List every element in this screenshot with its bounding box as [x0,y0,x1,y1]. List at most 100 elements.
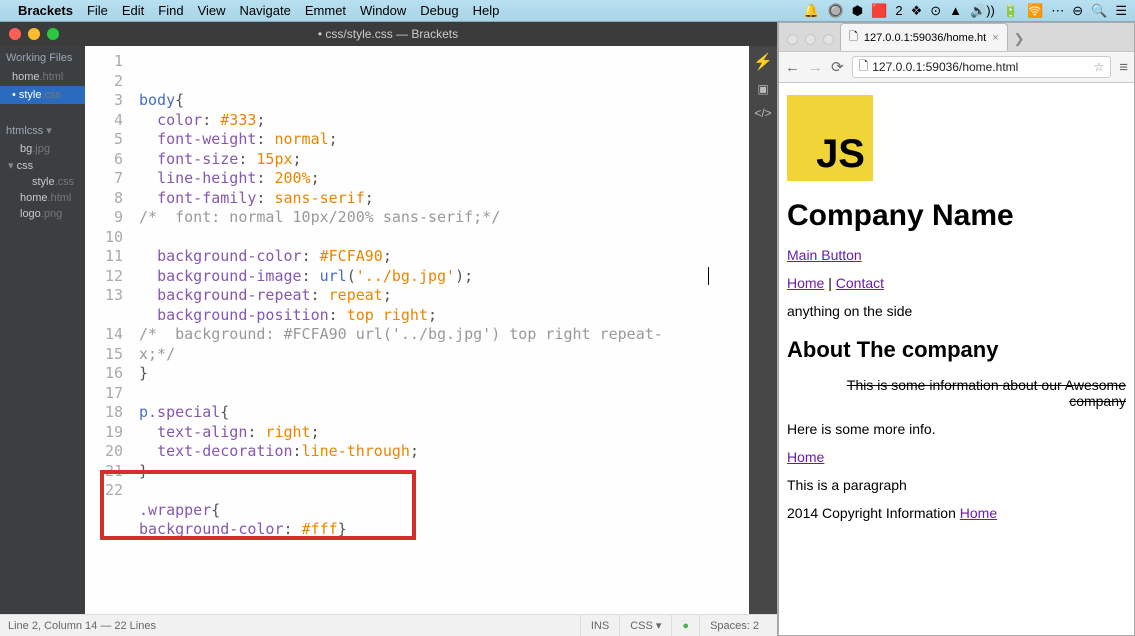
tray-icon[interactable]: 🟥 [871,3,887,19]
file-style.css[interactable]: style.css [0,174,85,190]
tray-icon[interactable]: 🔊)) [970,3,995,19]
working-files-header[interactable]: Working Files [0,46,85,68]
url-bar[interactable]: 🗋 127.0.0.1:59036/home.html ☆ [852,56,1112,78]
code-line-3[interactable]: font-weight: normal; [139,130,749,150]
language-mode[interactable]: CSS ▾ [619,615,671,636]
indent-setting[interactable]: Spaces: 2 [699,615,769,636]
live-preview-icon[interactable]: ⚡ [753,52,773,72]
file-bg.jpg[interactable]: bg.jpg [0,141,85,157]
tray-icon[interactable]: ▲ [949,3,962,18]
code-line-1[interactable]: body{ [139,91,749,111]
nav-home-link[interactable]: Home [787,275,824,291]
folder-css[interactable]: css [0,157,85,174]
menu-view[interactable]: View [198,3,226,18]
code-editor[interactable]: 12345678910111213141516171819202122 body… [85,46,749,614]
nav-separator: | [824,275,835,291]
bookmark-icon[interactable]: ☆ [1093,60,1104,74]
tray-icon[interactable]: ❖ [911,3,923,19]
chrome-toolbar: ← → ⟳ 🗋 127.0.0.1:59036/home.html ☆ ≡ [779,51,1134,83]
page-icon: 🗋 [859,57,869,78]
gutter: 12345678910111213141516171819202122 [85,46,133,614]
menu-emmet[interactable]: Emmet [305,3,346,18]
back-button[interactable]: ← [785,59,800,76]
code-line-11[interactable]: background-repeat: repeat; [139,286,749,306]
tray-icon[interactable]: ⊖ [1072,3,1083,19]
zoom-button[interactable] [47,28,59,40]
code-line-14[interactable]: } [139,364,749,384]
menu-find[interactable]: Find [158,3,183,18]
tray-icon[interactable]: ⬢ [852,3,863,19]
code-line-6[interactable]: font-family: sans-serif; [139,189,749,209]
tray-icon[interactable]: 🔍 [1091,3,1107,19]
chrome-zoom-button[interactable] [823,34,834,45]
tray-icon[interactable]: 🔋 [1003,3,1019,19]
tray-icon[interactable]: 🔔 [803,3,819,19]
text-cursor [708,267,709,285]
tray-icon[interactable]: 🔘 [828,3,844,19]
menu-navigate[interactable]: Navigate [240,3,291,18]
tray-icon[interactable]: ⊙ [930,3,941,19]
tray-icon[interactable]: ☰ [1115,3,1127,19]
footer-home-link[interactable]: Home [960,505,997,521]
code-line-19[interactable]: } [139,462,749,482]
menubar-app-name[interactable]: Brackets [18,3,73,18]
tab-close-icon[interactable]: × [992,32,998,44]
traffic-lights [0,28,59,40]
browser-tab[interactable]: 🗋 127.0.0.1:59036/home.ht × [840,23,1008,51]
footer-text: 2014 Copyright Information Home [787,505,1126,521]
file-home.html[interactable]: home.html [0,190,85,206]
reload-button[interactable]: ⟳ [831,58,844,76]
tray-icon[interactable]: 2 [895,3,902,18]
strike-paragraph: This is some information about our Aweso… [787,377,1126,409]
main-button-link[interactable]: Main Button [787,247,862,263]
chrome-minimize-button[interactable] [805,34,816,45]
code-line-9[interactable]: background-color: #FCFA90; [139,247,749,267]
code-line-7[interactable]: /* font: normal 10px/200% sans-serif;*/ [139,208,749,228]
tab-title: 127.0.0.1:59036/home.ht [864,32,986,44]
close-button[interactable] [9,28,21,40]
working-file-style[interactable]: •style.css [0,86,85,104]
menu-edit[interactable]: Edit [122,3,144,18]
home-link-2[interactable]: Home [787,449,824,465]
aside-text: anything on the side [787,303,1126,319]
menu-help[interactable]: Help [473,3,500,18]
menu-window[interactable]: Window [360,3,406,18]
hamburger-menu-icon[interactable]: ≡ [1119,59,1128,76]
code-line-16[interactable]: p.special{ [139,403,749,423]
lint-status-icon[interactable]: ● [671,615,699,636]
menu-debug[interactable]: Debug [420,3,458,18]
menu-file[interactable]: File [87,3,108,18]
file-logo.png[interactable]: logo.png [0,206,85,222]
rendered-page: JS Company Name Main Button Home | Conta… [779,83,1134,635]
code-line-wrap[interactable]: x;*/ [139,345,749,365]
code-line-2[interactable]: color: #333; [139,111,749,131]
code-line-22[interactable]: background-color: #fff} [139,520,749,540]
tray-icon[interactable]: 🛜 [1027,3,1043,19]
new-tab-button[interactable]: ❯ [1008,31,1031,51]
code-line-8[interactable] [139,228,749,248]
code-area[interactable]: body{ color: #333; font-weight: normal; … [133,46,749,614]
code-line-20[interactable] [139,481,749,501]
code-line-5[interactable]: line-height: 200%; [139,169,749,189]
tray-icon[interactable]: ⋯ [1051,3,1064,19]
code-line-17[interactable]: text-align: right; [139,423,749,443]
code-line-10[interactable]: background-image: url('../bg.jpg'); [139,267,749,287]
nav-contact-link[interactable]: Contact [836,275,884,291]
browser-viewport: JS Company Name Main Button Home | Conta… [779,83,1134,635]
code-line-4[interactable]: font-size: 15px; [139,150,749,170]
working-file-home[interactable]: home.html [0,68,85,86]
code-icon[interactable]: </> [754,106,771,120]
chrome-close-button[interactable] [787,34,798,45]
menubar-tray: 🔔 🔘 ⬢ 🟥 2 ❖ ⊙ ▲ 🔊)) 🔋 🛜 ⋯ ⊖ 🔍 ☰ [803,3,1127,19]
minimize-button[interactable] [28,28,40,40]
project-header[interactable]: htmlcss▾ [0,118,85,141]
code-line-21[interactable]: .wrapper{ [139,501,749,521]
insert-mode[interactable]: INS [580,615,619,636]
code-line-13[interactable]: /* background: #FCFA90 url('../bg.jpg') … [139,325,749,345]
code-line-15[interactable] [139,384,749,404]
forward-button[interactable]: → [808,59,823,76]
code-line-18[interactable]: text-decoration:line-through; [139,442,749,462]
extension-manager-icon[interactable]: ▣ [757,82,768,96]
chrome-tabbar: 🗋 127.0.0.1:59036/home.ht × ❯ [779,23,1134,51]
code-line-12[interactable]: background-position: top right; [139,306,749,326]
